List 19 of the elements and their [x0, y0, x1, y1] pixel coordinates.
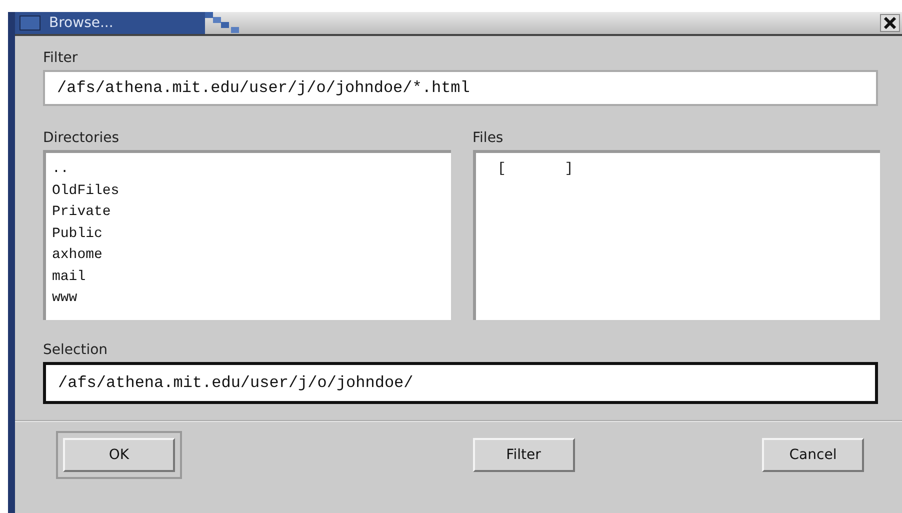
field-label: Selection [43, 342, 108, 358]
list-item[interactable]: www [52, 288, 78, 310]
list-label: Directories [43, 130, 120, 146]
list-item[interactable]: OldFiles [52, 180, 120, 202]
window-icon [19, 15, 41, 31]
input-field[interactable]: /afs/athena.mit.edu/user/j/o/johndoe/*.html [43, 70, 878, 106]
list-item[interactable]: .. [52, 159, 69, 180]
dialog-button[interactable]: Cancel [762, 438, 864, 472]
window-title: Browse... [49, 15, 114, 31]
input-field[interactable]: /afs/athena.mit.edu/user/j/o/johndoe/ [43, 362, 878, 404]
close-button[interactable] [880, 14, 900, 32]
list-item[interactable]: Private [52, 202, 111, 224]
field-label: Filter [43, 50, 78, 66]
list-item[interactable]: mail [52, 266, 86, 288]
dialog-button[interactable]: Filter [472, 438, 574, 472]
list-item[interactable]: axhome [52, 245, 102, 266]
list-item[interactable]: [ ] [498, 159, 574, 180]
list-label: Files [472, 130, 504, 146]
list-item[interactable]: Public [52, 224, 102, 245]
